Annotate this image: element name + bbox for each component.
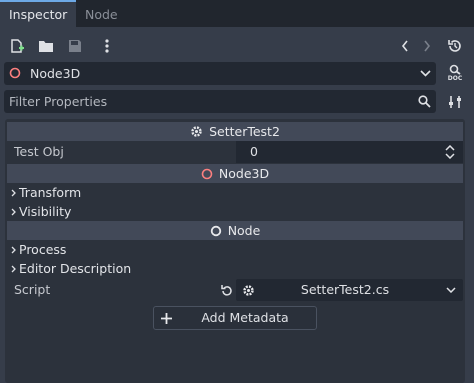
section-transform-label: Transform	[19, 185, 82, 200]
revert-icon[interactable]	[218, 282, 234, 298]
save-icon[interactable]	[66, 37, 84, 55]
script-dropdown-icon[interactable]	[444, 283, 458, 297]
add-icon	[158, 310, 174, 326]
node3d-category-icon	[201, 168, 213, 180]
doc-label: DOC	[447, 75, 463, 82]
test-obj-label: Test Obj	[14, 144, 64, 159]
category-node-label: Node	[227, 223, 261, 238]
category-node3d: Node3D	[7, 164, 463, 183]
node-category-icon	[210, 225, 222, 237]
open-folder-icon[interactable]	[37, 37, 55, 55]
section-visibility[interactable]: Visibility	[11, 204, 71, 220]
node3d-icon	[8, 66, 22, 80]
history-forward-icon[interactable]	[419, 37, 435, 55]
chevron-right-icon	[11, 246, 16, 254]
section-editor-description-label: Editor Description	[19, 261, 132, 276]
script-value[interactable]: SetterTest2.cs	[262, 282, 428, 298]
chevron-down-icon	[418, 66, 432, 81]
category-script-class-label: SetterTest2	[209, 124, 280, 139]
doc-help-button[interactable]: DOC	[444, 62, 466, 84]
more-vertical-icon[interactable]	[98, 37, 116, 55]
category-script-class: SetterTest2	[7, 122, 463, 141]
category-node3d-label: Node3D	[218, 166, 270, 181]
section-transform[interactable]: Transform	[11, 185, 81, 201]
tab-inspector[interactable]: Inspector	[0, 0, 77, 27]
section-visibility-label: Visibility	[19, 204, 72, 219]
cog-icon	[190, 125, 203, 138]
section-process-label: Process	[19, 242, 67, 257]
chevron-right-icon	[11, 208, 16, 216]
filter-properties-input[interactable]: Filter Properties	[9, 94, 107, 109]
section-process[interactable]: Process	[11, 242, 66, 258]
chevron-right-icon	[11, 265, 16, 273]
script-label: Script	[14, 282, 51, 297]
search-icon	[416, 94, 432, 109]
spinner-arrows-icon[interactable]	[444, 144, 456, 160]
chevron-right-icon	[11, 189, 16, 197]
object-history-icon[interactable]	[445, 36, 465, 56]
category-node: Node	[7, 221, 463, 240]
history-back-icon[interactable]	[397, 37, 413, 55]
node-selector-label: Node3D	[30, 66, 81, 81]
test-obj-spinbox[interactable]	[236, 141, 463, 163]
script-cog-icon	[241, 283, 255, 297]
tab-node[interactable]: Node	[76, 0, 127, 27]
tools-icon[interactable]	[445, 92, 465, 112]
test-obj-value[interactable]: 0	[250, 144, 258, 160]
add-metadata-label: Add Metadata	[201, 310, 289, 325]
new-resource-icon[interactable]	[8, 37, 26, 55]
section-editor-description[interactable]: Editor Description	[11, 261, 131, 277]
